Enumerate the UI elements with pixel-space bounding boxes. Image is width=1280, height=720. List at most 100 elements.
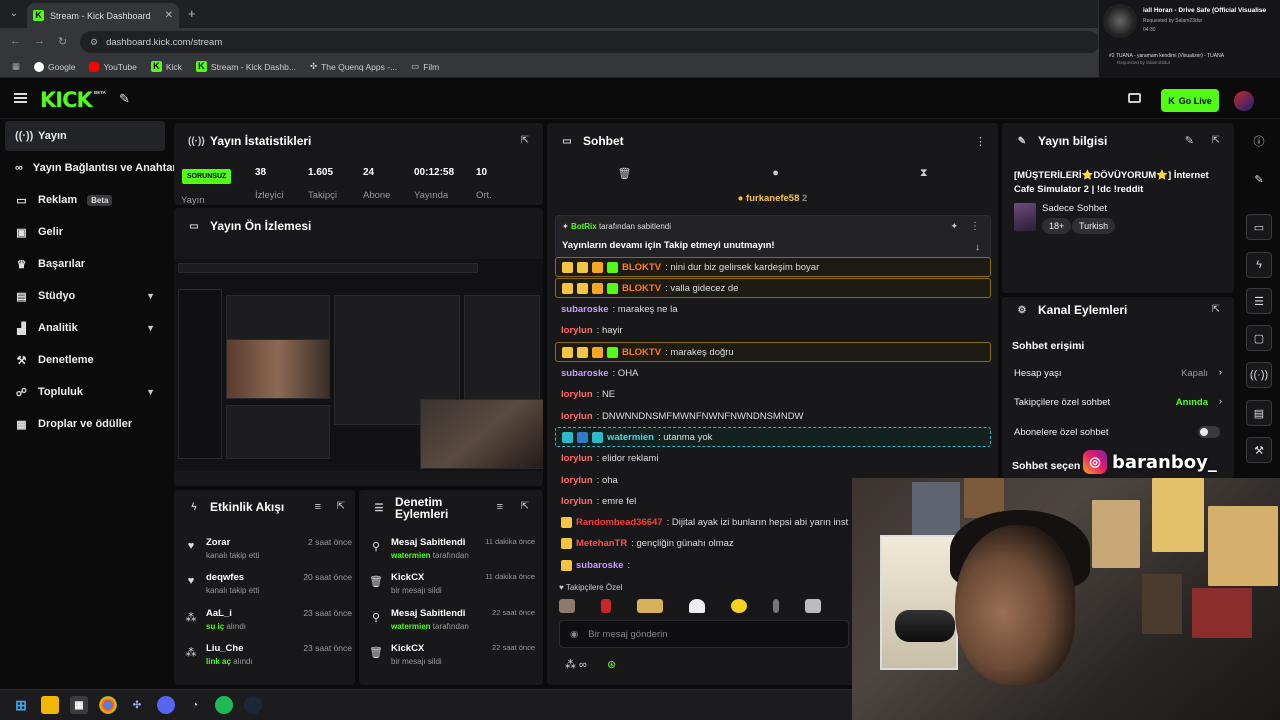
chat-username[interactable]: lorylun [561,325,593,336]
chat-message[interactable]: BLOKTV: valla gidecez de [555,278,991,299]
new-tab-icon[interactable]: + [188,6,196,21]
apps-grid-icon[interactable]: ▦ [12,61,20,72]
chat-message[interactable]: watermien: utanma yok [555,427,991,448]
chat-username[interactable]: subaroske [561,304,609,315]
chat-settings-icon[interactable]: ⁂ ∞ [565,658,587,671]
chat-username[interactable]: BLOKTV [622,262,661,273]
forward-icon[interactable]: → [34,35,45,47]
external-link-icon[interactable]: ⇱ [521,501,529,512]
subscribers-only-toggle[interactable] [1198,426,1220,438]
reload-icon[interactable]: ↻ [58,35,67,48]
chat-icon[interactable]: ▢ [1246,325,1272,351]
chrome-icon[interactable] [99,696,117,714]
sidebar-item-analitik[interactable]: ▟ Analitik ▼ [5,313,165,343]
chat-username[interactable]: subaroske [576,560,624,571]
bookmark-youtube[interactable]: YouTube [89,61,137,72]
sidebar-item-topluluk[interactable]: ☍ Topluluk ▼ [5,377,165,407]
external-link-icon[interactable]: ⇱ [1212,135,1220,146]
chat-message[interactable]: lorylun: NE [555,385,991,405]
screen-icon[interactable] [1128,93,1141,103]
more-options-icon[interactable]: ⋮ [970,221,980,232]
emote[interactable] [637,599,663,613]
sidebar-item-stream-key[interactable]: ∞ Yayın Bağlantısı ve Anahtar [5,153,177,183]
bookmark-stream-dashboard[interactable]: K Stream - Kick Dashb... [195,61,296,72]
steam-icon[interactable] [244,696,262,714]
spotify-icon[interactable] [215,696,233,714]
tools-icon[interactable]: ✎ [119,91,130,107]
chat-username[interactable]: lorylun [561,496,593,507]
chat-username[interactable]: BLOKTV [622,283,661,294]
emote[interactable] [689,599,705,613]
file-explorer-icon[interactable] [41,696,59,714]
emoji-icon[interactable]: ◉ [570,629,578,640]
sidebar-item-gelir[interactable]: ▣ Gelir [5,217,165,247]
chat-username[interactable]: lorylun [561,389,593,400]
avatar[interactable] [1234,91,1254,111]
info-icon[interactable]: ⓘ [1246,128,1272,154]
chat-username[interactable]: MetehanTR [576,538,627,549]
close-tab-icon[interactable]: ✕ [165,10,173,21]
external-link-icon[interactable]: ⇱ [337,501,345,512]
emote[interactable] [601,599,611,613]
sidebar-item-basarilar[interactable]: ♛ Başarılar [5,249,165,279]
kick-logo[interactable]: KICK [40,88,93,112]
filter-icon[interactable]: ≡ [497,501,503,513]
chat-username[interactable]: watermien [607,432,654,443]
go-live-button[interactable]: K Go Live [1161,89,1219,112]
sidebar-item-droplar[interactable]: ▦ Droplar ve ödüller [5,409,165,439]
tab-list-icon[interactable]: ⌄ [6,6,22,22]
kick-bot-icon[interactable]: ⊛ [607,658,616,671]
sidebar-item-studyo[interactable]: ▤ Stüdyo ▼ [5,281,165,311]
hourglass-icon[interactable]: ⧗ [920,167,928,180]
bookmark-kick[interactable]: K Kick [150,61,182,72]
chat-message[interactable]: subaroske: OHA [555,364,991,384]
chat-username[interactable]: lorylun [561,475,593,486]
bookmark-quenq-apps[interactable]: ✣ The Quenq Apps -... [310,61,397,72]
browser-tab[interactable]: K Stream - Kick Dashboard ✕ [27,3,179,28]
sidebar-item-reklam[interactable]: ▭ Reklam Beta [5,185,165,215]
discord-icon[interactable] [157,696,175,714]
sidebar-item-denetleme[interactable]: ⚒ Denetleme [5,345,165,375]
chat-username[interactable]: subaroske [561,368,609,379]
emote[interactable] [559,599,575,613]
external-link-icon[interactable]: ⇱ [1212,304,1220,315]
stats-icon[interactable]: ▤ [1246,400,1272,426]
wrench-icon[interactable]: ⚒ [1246,437,1272,463]
bookmark-film-folder[interactable]: ▭ Film [411,61,439,72]
broadcast-icon[interactable]: ((·)) [1246,362,1272,388]
emote[interactable] [805,599,821,613]
chat-username[interactable]: lorylun [561,411,593,422]
app-icon[interactable]: ✣ [128,696,146,714]
more-options-icon[interactable]: ⋮ [975,135,986,148]
chat-input[interactable]: ◉ Bir mesaj gönderin [559,620,849,648]
url-input[interactable]: ⚙ dashboard.kick.com/stream [80,31,1100,53]
chat-message[interactable]: lorylun: DNWNNDNSMFMWNFNWNFNWNDNSMNDW [555,406,991,426]
edit-icon[interactable]: ✎ [1246,166,1272,192]
filter-icon[interactable]: ≡ [315,501,321,513]
back-icon[interactable]: ← [10,35,21,47]
menu-icon[interactable] [14,93,27,103]
chat-username[interactable]: lorylun [561,453,593,464]
chat-message[interactable]: subaroske: marakeş ne la [555,300,991,320]
emote[interactable] [731,599,747,613]
site-info-icon[interactable]: ⚙ [90,37,98,48]
trash-icon[interactable]: 🗑 [617,167,631,180]
app-icon[interactable]: ◔ [186,696,204,714]
chat-username[interactable]: BLOKTV [622,347,661,358]
list-icon[interactable]: ☰ [1246,288,1272,314]
expand-icon[interactable]: ↓ [975,242,980,253]
sidebar-item-yayin[interactable]: ((·)) Yayın [5,121,165,151]
preview-icon[interactable]: ▭ [1246,214,1272,240]
bookmark-google[interactable]: Google [34,61,75,72]
unpin-icon[interactable]: ✦ [950,221,958,232]
edit-icon[interactable]: ✎ [1185,134,1194,147]
chat-username[interactable]: Randombead36647 [576,517,663,528]
chat-message[interactable]: lorylun: hayir [555,321,991,341]
external-link-icon[interactable]: ⇱ [521,135,529,146]
windows-start-icon[interactable]: ⊞ [12,696,30,714]
lightning-icon[interactable]: ϟ [1246,252,1272,278]
chat-bubble-icon[interactable]: ● [772,167,779,179]
emote[interactable] [773,599,779,613]
chat-message[interactable]: BLOKTV: nini dur biz gelirsek kardeşim b… [555,257,991,277]
chat-message[interactable]: lorylun: elidor reklami [555,449,991,469]
